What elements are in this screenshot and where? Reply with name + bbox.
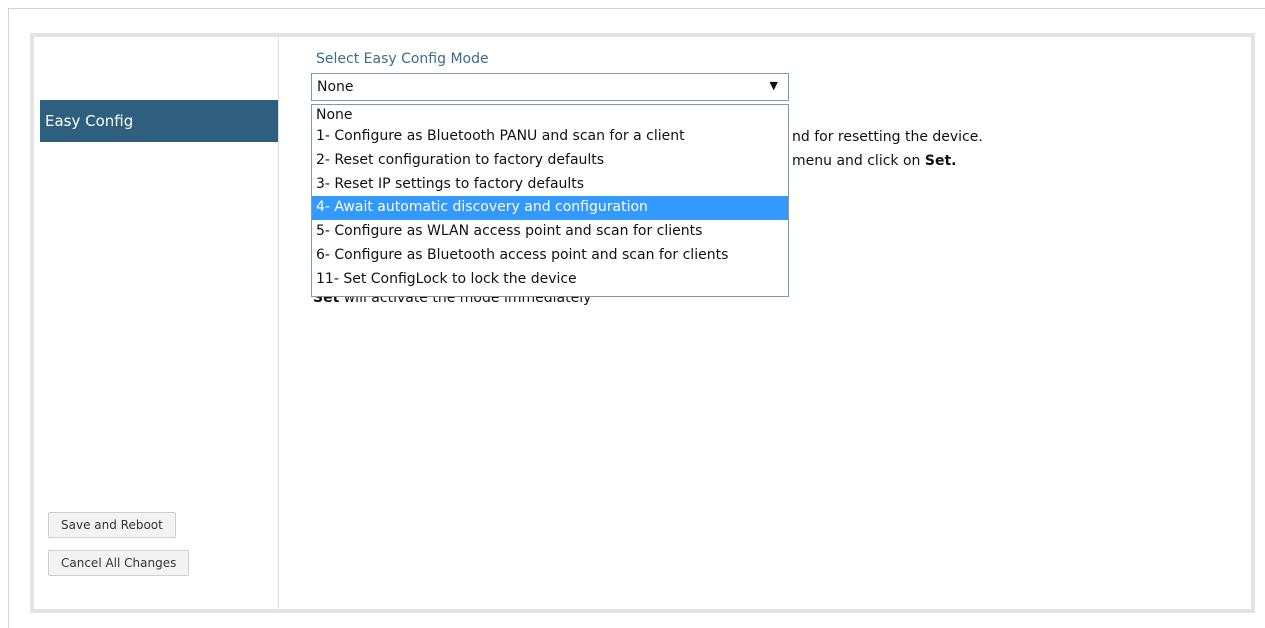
main-content: Select Easy Config Mode None ▼ nd for re… — [279, 37, 1251, 609]
easy-config-mode-dropdown: None 1- Configure as Bluetooth PANU and … — [311, 104, 789, 297]
save-and-reboot-button[interactable]: Save and Reboot — [48, 512, 176, 538]
dropdown-arrow-icon: ▼ — [769, 79, 778, 92]
cancel-all-changes-button[interactable]: Cancel All Changes — [48, 550, 190, 576]
sidebar: Easy Config Save and Reboot Cancel All C… — [34, 37, 279, 609]
sidebar-item-easy-config[interactable]: Easy Config — [40, 100, 278, 142]
option-configlock[interactable]: 11- Set ConfigLock to lock the device — [312, 268, 788, 292]
description-line-1: nd for resetting the device. — [792, 129, 983, 145]
select-value: None — [317, 79, 354, 95]
select-mode-label: Select Easy Config Mode — [316, 51, 489, 67]
option-none[interactable]: None — [312, 105, 788, 125]
option-bluetooth-access-point[interactable]: 6- Configure as Bluetooth access point a… — [312, 244, 788, 268]
description-set-bold: Set. — [924, 153, 957, 169]
easy-config-mode-select[interactable]: None ▼ — [311, 73, 789, 101]
option-wlan-access-point[interactable]: 5- Configure as WLAN access point and sc… — [312, 220, 788, 244]
config-panel: Easy Config Save and Reboot Cancel All C… — [30, 33, 1255, 613]
description-line-2: menu and click on Set. — [792, 153, 957, 169]
option-bluetooth-panu[interactable]: 1- Configure as Bluetooth PANU and scan … — [312, 125, 788, 149]
option-reset-config[interactable]: 2- Reset configuration to factory defaul… — [312, 149, 788, 173]
option-reset-ip[interactable]: 3- Reset IP settings to factory defaults — [312, 173, 788, 197]
sidebar-item-label: Easy Config — [45, 112, 134, 130]
option-await-discovery[interactable]: 4- Await automatic discovery and configu… — [312, 196, 788, 221]
